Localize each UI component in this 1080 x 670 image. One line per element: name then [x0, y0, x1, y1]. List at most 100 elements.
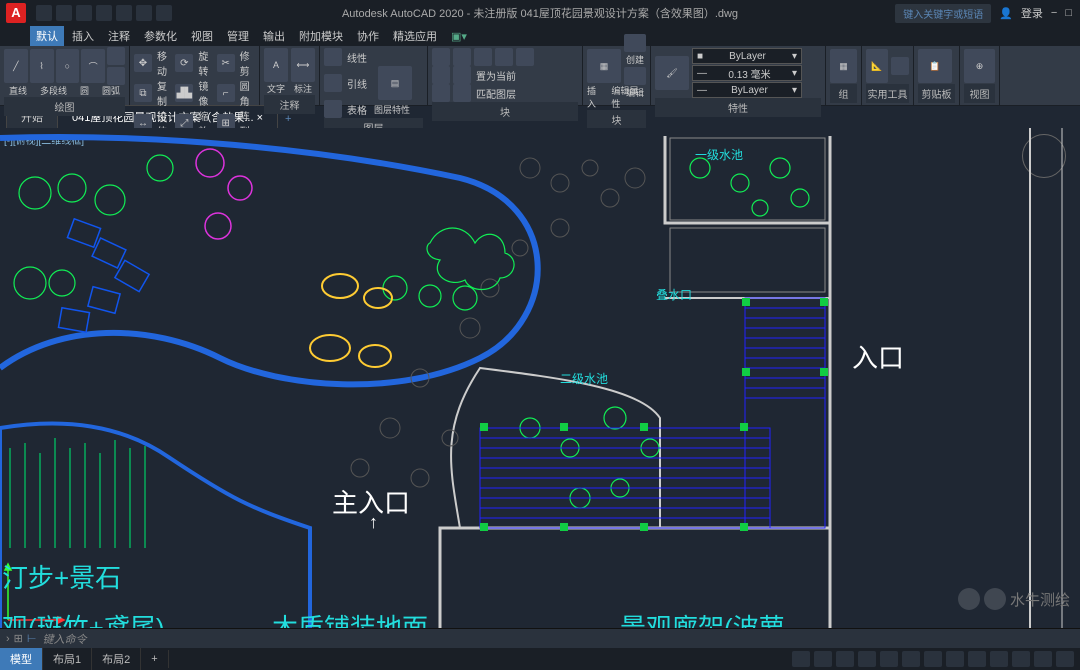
- panel-util-label: 实用工具: [866, 84, 909, 103]
- model-tab[interactable]: 模型: [0, 648, 43, 670]
- mirror-label: 镜像: [196, 78, 213, 108]
- block-icon6[interactable]: [432, 66, 450, 84]
- fillet-button[interactable]: ⌐: [217, 84, 235, 102]
- ribbon-tab-annotate[interactable]: 注释: [102, 26, 136, 46]
- login-button[interactable]: 登录: [1021, 5, 1043, 21]
- insert-block-button[interactable]: ▦: [587, 49, 621, 83]
- user-icon[interactable]: 👤: [999, 7, 1013, 20]
- workspace-icon[interactable]: [990, 651, 1008, 667]
- util-button[interactable]: 📐: [866, 49, 888, 83]
- ribbon-tab-parametric[interactable]: 参数化: [138, 26, 183, 46]
- basepoint-button[interactable]: ⊕: [964, 49, 995, 83]
- text-button[interactable]: A: [264, 48, 288, 82]
- panel-view-label: 视图: [964, 84, 995, 103]
- block-icon7[interactable]: [453, 66, 471, 84]
- qat-undo-icon[interactable]: [136, 5, 152, 21]
- app-logo[interactable]: A: [6, 3, 26, 23]
- edit-block-button[interactable]: [624, 67, 646, 85]
- ribbon-tab-default[interactable]: 默认: [30, 26, 64, 46]
- ribbon-tab-collab[interactable]: 协作: [351, 26, 385, 46]
- customize-icon[interactable]: [1056, 651, 1074, 667]
- line-button[interactable]: ╱: [4, 49, 28, 83]
- label-pool1: 一级水池: [695, 146, 743, 163]
- panel-group-label: 组: [830, 84, 857, 103]
- layer-color-combo[interactable]: ■ByLayer▾: [692, 48, 802, 64]
- qat-save-icon[interactable]: [76, 5, 92, 21]
- close-tab-icon[interactable]: ×: [257, 112, 263, 124]
- cad-drawing: [0, 128, 1080, 628]
- qat-saveas-icon[interactable]: [96, 5, 112, 21]
- label-wood: 木质铺装地面: [272, 608, 428, 628]
- move-label: 移动: [155, 48, 172, 78]
- fillet-label: 圆角: [238, 78, 255, 108]
- linetype-combo[interactable]: —ByLayer▾: [692, 82, 802, 98]
- rotate-button[interactable]: ⟳: [175, 54, 193, 72]
- qat-new-icon[interactable]: [36, 5, 52, 21]
- block-icon2[interactable]: [453, 48, 471, 66]
- label-corridor: 景观廊架(波萝: [620, 608, 785, 628]
- layout1-tab[interactable]: 布局1: [43, 648, 92, 670]
- block-icon4[interactable]: [495, 48, 513, 66]
- util2-button[interactable]: [891, 57, 909, 75]
- cmd-placeholder[interactable]: 键入命令: [42, 631, 86, 647]
- linear-button[interactable]: [324, 48, 342, 66]
- ribbon-tab-manage[interactable]: 管理: [221, 26, 255, 46]
- block-icon5[interactable]: [516, 48, 534, 66]
- lineweight-combo[interactable]: —0.13 毫米▾: [692, 65, 802, 81]
- mirror-button[interactable]: ▟▙: [175, 84, 193, 102]
- annoscale-toggle-icon[interactable]: [968, 651, 986, 667]
- minimize-icon[interactable]: −: [1051, 7, 1057, 19]
- block-icon8[interactable]: [432, 84, 450, 102]
- polyline-button[interactable]: ⌇: [30, 49, 54, 83]
- cmd-prompt: ⊢: [27, 632, 37, 645]
- transparency-toggle-icon[interactable]: [946, 651, 964, 667]
- ortho-toggle-icon[interactable]: [836, 651, 854, 667]
- block-icon3[interactable]: [474, 48, 492, 66]
- polar-toggle-icon[interactable]: [858, 651, 876, 667]
- ribbon-tab-featured[interactable]: 精选应用: [387, 26, 443, 46]
- copy-button[interactable]: ⧉: [134, 84, 152, 102]
- qat-open-icon[interactable]: [56, 5, 72, 21]
- monitor-icon[interactable]: [1012, 651, 1030, 667]
- paste-button[interactable]: 📋: [918, 49, 952, 83]
- ribbon-tab-view[interactable]: 视图: [185, 26, 219, 46]
- osnap-toggle-icon[interactable]: [880, 651, 898, 667]
- move-button[interactable]: ✥: [134, 54, 152, 72]
- block-icon9[interactable]: [453, 84, 471, 102]
- circle-button[interactable]: ○: [56, 49, 80, 83]
- cleanscreen-icon[interactable]: [1034, 651, 1052, 667]
- command-line[interactable]: › ⊞ ⊢ 键入命令: [0, 628, 1080, 648]
- snap-toggle-icon[interactable]: [814, 651, 832, 667]
- drawing-canvas[interactable]: [-][俯视][二维线框]: [0, 128, 1080, 628]
- wechat-icon-2: [984, 588, 1006, 610]
- layout2-tab[interactable]: 布局2: [92, 648, 141, 670]
- ribbon-tab-expand-icon[interactable]: ▣▾: [445, 28, 473, 45]
- linear-label: 线性: [345, 50, 369, 65]
- otrack-toggle-icon[interactable]: [902, 651, 920, 667]
- leader-button[interactable]: [324, 74, 342, 92]
- dimension-button[interactable]: ⟷: [291, 48, 315, 82]
- layout-add-button[interactable]: +: [141, 650, 168, 668]
- cmd-chevron-icon[interactable]: ›: [6, 633, 10, 645]
- help-search-input[interactable]: 键入关键字或短语: [895, 4, 991, 23]
- group-button[interactable]: ▦: [830, 49, 857, 83]
- create-block-button[interactable]: [624, 34, 646, 52]
- lwt-toggle-icon[interactable]: [924, 651, 942, 667]
- draw-more2-icon[interactable]: [107, 67, 125, 85]
- arc-button[interactable]: ⌒: [81, 49, 105, 83]
- layer-props-button[interactable]: ▤: [378, 66, 412, 100]
- ribbon-tab-output[interactable]: 输出: [257, 26, 291, 46]
- maximize-icon[interactable]: □: [1065, 7, 1072, 19]
- window-title: Autodesk AutoCAD 2020 - 未注册版 041屋顶花园景观设计…: [342, 5, 738, 21]
- draw-more-icon[interactable]: [107, 47, 125, 65]
- cmd-grid-icon[interactable]: ⊞: [14, 632, 23, 645]
- ribbon-tab-addin[interactable]: 附加模块: [293, 26, 349, 46]
- table-button[interactable]: [324, 100, 342, 118]
- ribbon-tab-insert[interactable]: 插入: [66, 26, 100, 46]
- block-icon[interactable]: [432, 48, 450, 66]
- qat-redo-icon[interactable]: [156, 5, 172, 21]
- trim-button[interactable]: ✂: [217, 54, 235, 72]
- grid-toggle-icon[interactable]: [792, 651, 810, 667]
- matchprops-button[interactable]: 🖌: [655, 56, 689, 90]
- qat-plot-icon[interactable]: [116, 5, 132, 21]
